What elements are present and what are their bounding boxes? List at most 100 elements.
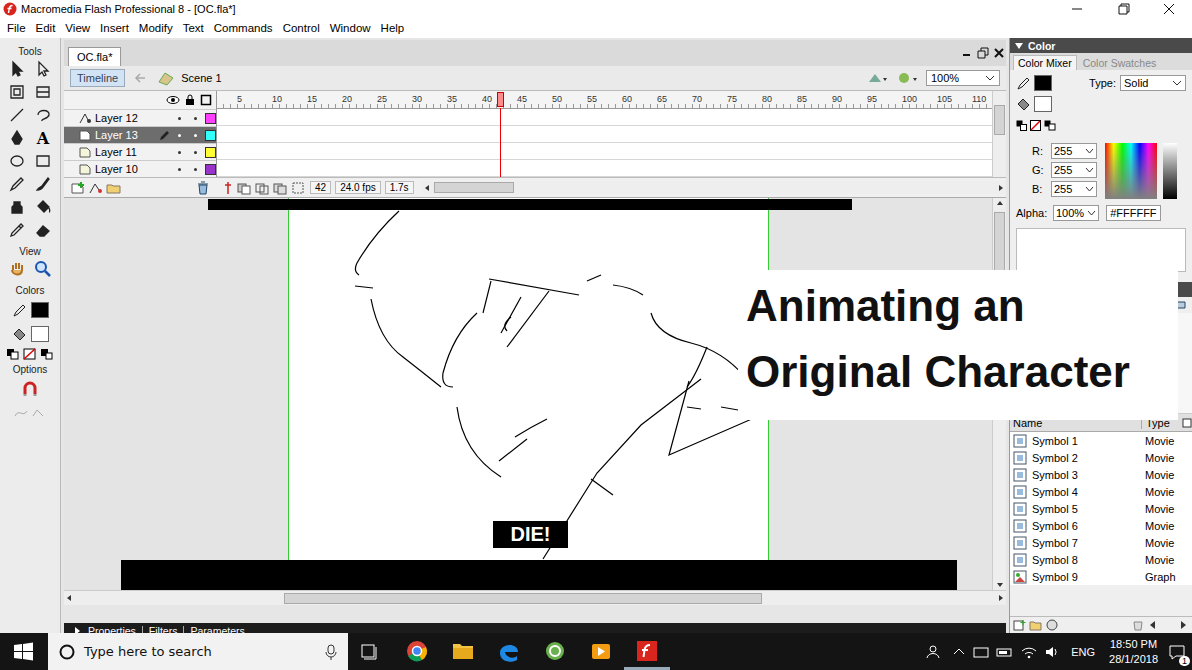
edit-scene-icon[interactable] xyxy=(866,70,890,86)
frame-row[interactable] xyxy=(217,143,992,160)
library-item[interactable]: Symbol 7Movie xyxy=(1010,534,1192,551)
tool-button[interactable] xyxy=(6,151,28,171)
clock[interactable]: 18:50 PM28/1/2018 xyxy=(1109,637,1158,667)
visibility-dot[interactable] xyxy=(178,168,181,171)
battery-icon[interactable] xyxy=(995,644,1015,660)
menu-item[interactable]: Edit xyxy=(31,22,61,34)
layer-outline-color[interactable] xyxy=(205,164,216,175)
layer-row[interactable]: Layer 10 xyxy=(64,160,216,177)
tool-button[interactable] xyxy=(32,197,54,217)
back-arrow-icon[interactable] xyxy=(131,71,151,85)
lock-dot[interactable] xyxy=(194,168,197,171)
stroke-swatch[interactable] xyxy=(31,302,49,318)
right-arrow-icon[interactable] xyxy=(996,183,1006,193)
color-spectrum[interactable] xyxy=(1105,143,1157,199)
trash-icon[interactable] xyxy=(1131,619,1145,631)
scroll-thumb[interactable] xyxy=(434,182,514,193)
menu-item[interactable]: Modify xyxy=(134,22,178,34)
tool-button[interactable] xyxy=(32,59,54,79)
document-tab[interactable]: OC.fla* xyxy=(68,47,121,66)
minimize-icon[interactable] xyxy=(960,47,974,59)
action-center[interactable]: 1 xyxy=(1168,644,1186,660)
channel-field[interactable]: 255 xyxy=(1051,143,1097,159)
search-box[interactable]: Type here to search xyxy=(48,633,348,670)
onion-markers-icon[interactable] xyxy=(290,181,306,195)
close-icon[interactable] xyxy=(1146,0,1192,18)
visibility-dot[interactable] xyxy=(178,117,181,120)
left-arrow-icon[interactable] xyxy=(422,183,432,193)
stroke-swatch[interactable] xyxy=(1034,75,1052,91)
lock-dot[interactable] xyxy=(194,117,197,120)
scroll-thumb[interactable] xyxy=(284,593,762,604)
tool-button[interactable] xyxy=(32,220,54,240)
lock-dot[interactable] xyxy=(194,151,197,154)
insert-layer-icon[interactable] xyxy=(70,181,86,195)
onion-outline-icon[interactable] xyxy=(254,181,270,195)
green-app-icon[interactable] xyxy=(532,633,578,670)
tool-button[interactable] xyxy=(6,197,28,217)
motion-guide-icon[interactable] xyxy=(88,181,104,195)
tool-button[interactable] xyxy=(32,105,54,125)
frame-row[interactable] xyxy=(217,109,992,126)
timeline-hscrollbar[interactable] xyxy=(422,181,1006,194)
layer-outline-color[interactable] xyxy=(205,113,216,124)
new-folder-icon[interactable] xyxy=(1029,619,1043,631)
library-item[interactable]: Symbol 9Graph xyxy=(1010,568,1192,585)
tool-button[interactable] xyxy=(6,259,28,279)
scroll-right-icon[interactable] xyxy=(1169,619,1189,631)
trash-icon[interactable] xyxy=(196,181,210,195)
up-arrow-icon[interactable] xyxy=(995,198,1005,208)
tool-button[interactable] xyxy=(32,259,54,279)
zoom-select[interactable]: 100% xyxy=(926,70,1000,86)
edge-icon[interactable] xyxy=(486,633,532,670)
tool-button[interactable] xyxy=(6,105,28,125)
tool-button[interactable] xyxy=(32,151,54,171)
library-item[interactable]: Symbol 2Movie xyxy=(1010,449,1192,466)
magnet-icon[interactable] xyxy=(21,380,39,398)
visibility-dot[interactable] xyxy=(178,151,181,154)
down-arrow-icon[interactable] xyxy=(995,580,1005,590)
file-explorer-icon[interactable] xyxy=(440,633,486,670)
alpha-field[interactable]: 100% xyxy=(1053,205,1099,221)
default-colors-icon[interactable] xyxy=(1016,120,1028,131)
network-icon[interactable] xyxy=(971,644,991,660)
right-arrow-icon[interactable] xyxy=(996,593,1006,603)
library-item[interactable]: Symbol 6Movie xyxy=(1010,517,1192,534)
task-view-icon[interactable] xyxy=(348,633,394,670)
tool-button[interactable]: A xyxy=(32,128,54,148)
restore-icon[interactable] xyxy=(1100,0,1146,18)
layer-row[interactable]: Layer 12 xyxy=(64,109,216,126)
menu-item[interactable]: Window xyxy=(325,22,376,34)
left-arrow-icon[interactable] xyxy=(64,593,74,603)
brightness-bar[interactable] xyxy=(1163,143,1177,199)
folder-icon[interactable] xyxy=(106,181,122,195)
library-item[interactable]: Symbol 4Movie xyxy=(1010,483,1192,500)
smooth-straighten-icon[interactable] xyxy=(13,406,47,420)
tool-button[interactable] xyxy=(6,174,28,194)
sort-icon[interactable] xyxy=(1182,418,1192,428)
tool-button[interactable] xyxy=(6,59,28,79)
microphone-icon[interactable] xyxy=(324,643,338,661)
layer-outline-color[interactable] xyxy=(205,147,216,158)
info-icon[interactable] xyxy=(1045,619,1059,631)
panel-tab[interactable]: Color Swatches xyxy=(1079,56,1161,70)
timeline-button[interactable]: Timeline xyxy=(70,69,125,87)
menu-item[interactable]: Commands xyxy=(209,22,278,34)
fill-swatch[interactable] xyxy=(1034,96,1052,112)
menu-item[interactable]: View xyxy=(60,22,95,34)
playhead[interactable] xyxy=(497,92,504,107)
lock-icon[interactable] xyxy=(184,94,196,106)
flash-taskbar-icon[interactable] xyxy=(624,633,670,670)
menu-item[interactable]: Control xyxy=(278,22,325,34)
menu-item[interactable]: Insert xyxy=(95,22,134,34)
swap-colors-icon[interactable] xyxy=(40,348,54,360)
frame-row[interactable] xyxy=(217,160,992,177)
input-language[interactable]: ENG xyxy=(1071,646,1095,658)
menu-item[interactable]: File xyxy=(2,22,31,34)
layer-outline-color[interactable] xyxy=(205,130,216,141)
tool-button[interactable] xyxy=(6,82,28,102)
library-item[interactable]: Symbol 1Movie xyxy=(1010,432,1192,449)
center-frame-icon[interactable] xyxy=(222,181,234,195)
library-item[interactable]: Symbol 8Movie xyxy=(1010,551,1192,568)
stage-hscrollbar[interactable] xyxy=(64,590,1006,605)
